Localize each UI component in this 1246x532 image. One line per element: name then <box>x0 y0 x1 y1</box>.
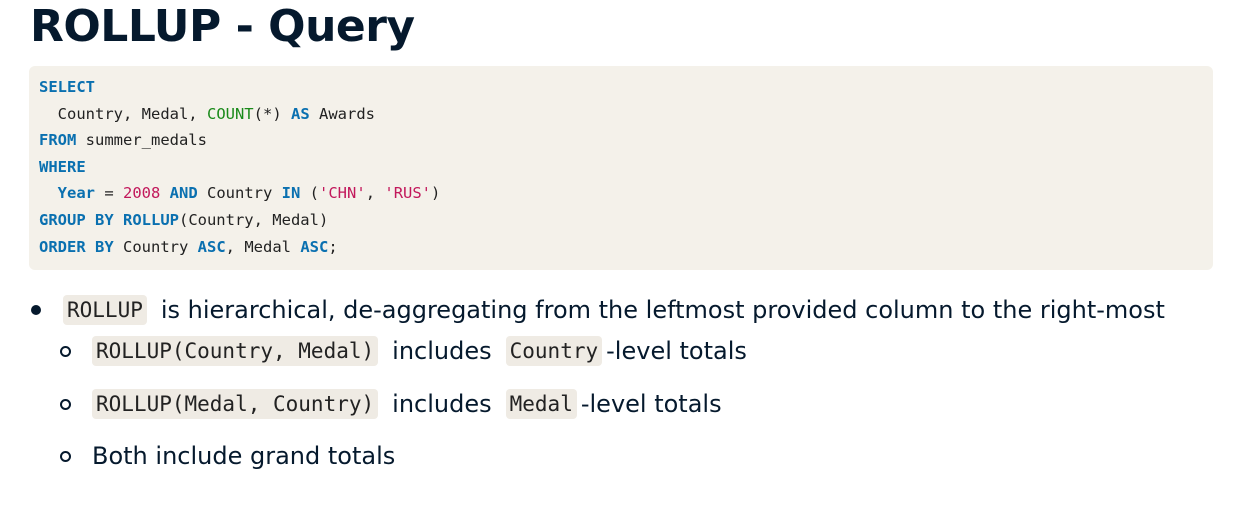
keyword: IN <box>281 184 301 203</box>
bullet-circle-icon <box>60 345 71 357</box>
code-line-5: Year = 2008 AND Country IN ('CHN', 'RUS'… <box>39 180 1203 207</box>
sub-bullet-item: ROLLUP(Country, Medal) includes Country … <box>60 331 747 371</box>
code-text: Country, Medal, <box>39 104 207 123</box>
code-text: (Country, Medal) <box>178 210 329 229</box>
inline-code: ROLLUP(Country, Medal) <box>92 336 379 366</box>
code-text: ) <box>431 184 441 203</box>
bullet-circle-icon <box>60 450 71 462</box>
sub-bullet-item: Both include grand totals <box>60 436 395 476</box>
keyword: SELECT <box>39 78 95 96</box>
bullet-circle-icon <box>60 398 71 410</box>
string-literal: 'RUS' <box>384 184 432 203</box>
inline-code: Medal <box>505 389 577 419</box>
code-text: Awards <box>309 104 375 123</box>
keyword: Year <box>57 184 95 203</box>
code-text: = <box>95 184 123 203</box>
bullet-text: includes <box>392 337 492 365</box>
function-name: COUNT <box>206 104 254 123</box>
bullet-text: Both include grand totals <box>92 442 396 470</box>
string-literal: 'CHN' <box>319 184 366 203</box>
code-text: , Medal <box>225 237 301 256</box>
code-line-1: SELECT <box>39 74 1203 101</box>
keyword: WHERE <box>39 157 86 176</box>
inline-code: ROLLUP <box>63 295 147 325</box>
code-line-6: GROUP BY ROLLUP(Country, Medal) <box>39 207 1203 234</box>
bullet-text: -level totals <box>580 390 722 418</box>
keyword: AND <box>169 184 198 203</box>
inline-code: Country <box>505 336 603 366</box>
code-text: (*) <box>253 104 291 123</box>
sql-code-block: SELECT Country, Medal, COUNT(*) AS Award… <box>29 66 1213 270</box>
keyword: FROM <box>39 131 77 150</box>
code-line-4: WHERE <box>39 154 1203 181</box>
keyword: ASC <box>197 237 226 256</box>
keyword: ASC <box>300 237 329 256</box>
bullet-text: -level totals <box>606 337 747 365</box>
page-title: ROLLUP - Query <box>30 1 415 52</box>
code-text: Country <box>113 237 198 256</box>
code-text: summer_medals <box>76 131 207 150</box>
number-literal: 2008 <box>123 184 161 203</box>
bullet-text: includes <box>392 390 492 418</box>
keyword: GROUP BY ROLLUP <box>39 210 179 229</box>
bullet-item: ROLLUP is hierarchical, de-aggregating f… <box>30 290 1165 330</box>
code-text: ( <box>300 184 320 203</box>
code-text: , <box>365 184 385 203</box>
keyword: ORDER BY <box>39 237 114 256</box>
bullet-dot-icon <box>31 305 41 315</box>
code-line-7: ORDER BY Country ASC, Medal ASC; <box>39 234 1203 261</box>
sub-bullet-item: ROLLUP(Medal, Country) includes Medal -l… <box>60 384 722 424</box>
code-line-3: FROM summer_medals <box>39 127 1203 154</box>
code-text: ; <box>328 237 338 256</box>
code-line-2: Country, Medal, COUNT(*) AS Awards <box>39 101 1203 128</box>
bullet-text: is hierarchical, de-aggregating from the… <box>160 296 1165 324</box>
keyword: AS <box>290 104 310 123</box>
code-text: Country <box>197 184 282 203</box>
inline-code: ROLLUP(Medal, Country) <box>92 389 379 419</box>
